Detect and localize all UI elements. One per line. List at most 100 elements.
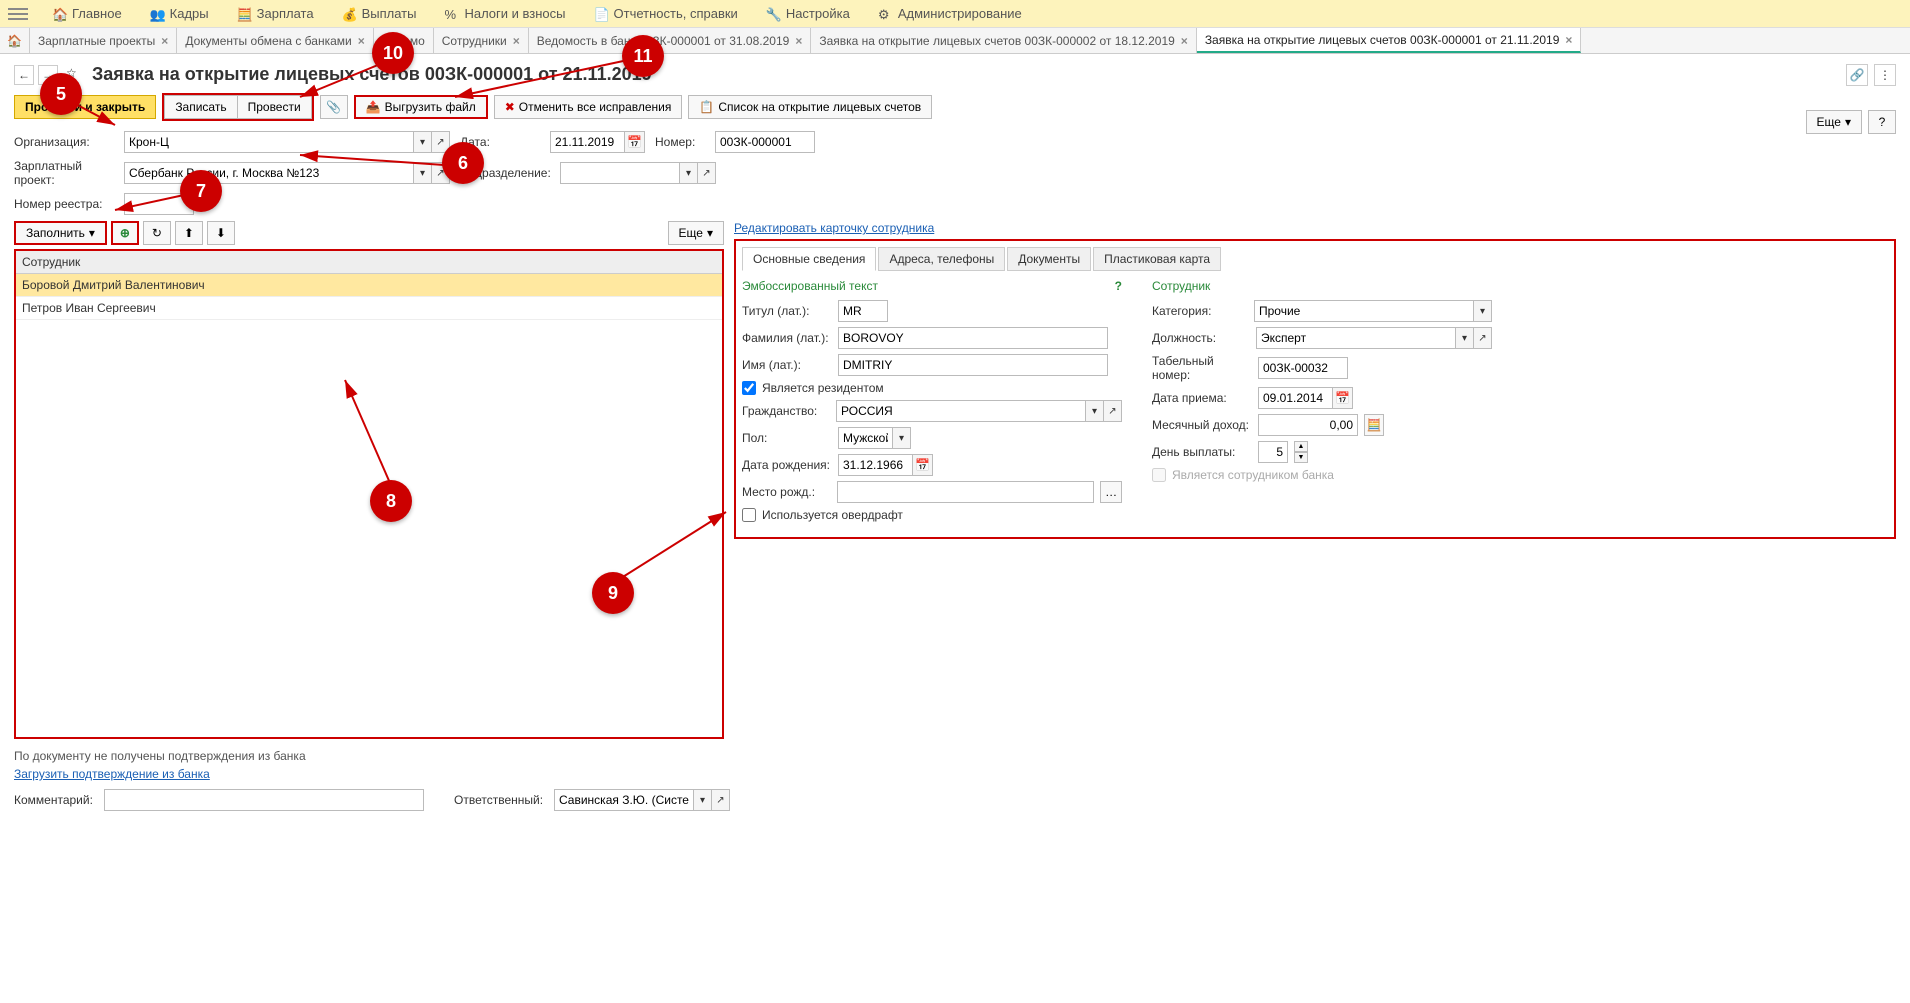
menu-main[interactable]: 🏠Главное <box>38 6 136 21</box>
add-button[interactable]: ⊕ <box>111 221 139 245</box>
division-input[interactable] <box>560 162 680 184</box>
responsible-input[interactable] <box>554 789 694 811</box>
export-file-button[interactable]: 📤Выгрузить файл <box>354 95 488 119</box>
close-icon[interactable]: × <box>1565 33 1572 47</box>
hiredate-input[interactable] <box>1258 387 1333 409</box>
save-button[interactable]: Записать <box>164 95 237 119</box>
birthdate-input[interactable] <box>838 454 913 476</box>
stepper-down[interactable]: ▼ <box>1294 452 1308 463</box>
dtab-addresses[interactable]: Адреса, телефоны <box>878 247 1005 271</box>
chevron-down-icon[interactable]: ▾ <box>1086 400 1104 422</box>
open-icon[interactable]: ↗ <box>1104 400 1122 422</box>
tab-5[interactable]: Заявка на открытие лицевых счетов 00ЗК-0… <box>811 28 1196 53</box>
citizenship-input[interactable] <box>836 400 1086 422</box>
comment-input[interactable] <box>104 789 424 811</box>
refresh-button[interactable]: ↻ <box>143 221 171 245</box>
edit-employee-link[interactable]: Редактировать карточку сотрудника <box>734 221 934 235</box>
stepper-up[interactable]: ▲ <box>1294 441 1308 452</box>
tab-4[interactable]: Ведомость в банк 00ЗК-000001 от 31.08.20… <box>529 28 812 53</box>
percent-icon: % <box>444 7 458 21</box>
chevron-down-icon[interactable]: ▾ <box>893 427 911 449</box>
birthplace-input[interactable] <box>837 481 1094 503</box>
more-button[interactable]: Еще ▾ <box>1806 110 1862 134</box>
menu-admin[interactable]: ⚙Администрирование <box>864 6 1036 21</box>
close-icon[interactable]: × <box>1181 34 1188 48</box>
down-button[interactable]: ⬇ <box>207 221 235 245</box>
close-icon[interactable]: × <box>795 34 802 48</box>
annotation-9: 9 <box>592 572 634 614</box>
cancel-fixes-button[interactable]: ✖Отменить все исправления <box>494 95 683 119</box>
tab-6[interactable]: Заявка на открытие лицевых счетов 00ЗК-0… <box>1197 28 1582 53</box>
surname-lat-input[interactable] <box>838 327 1108 349</box>
menu-payments[interactable]: 💰Выплаты <box>328 6 431 21</box>
dtab-card[interactable]: Пластиковая карта <box>1093 247 1221 271</box>
tabnum-input[interactable] <box>1258 357 1348 379</box>
tab-home[interactable]: 🏠 <box>0 28 30 53</box>
calc-button[interactable]: 🧮 <box>1364 414 1384 436</box>
fill-button[interactable]: Заполнить ▾ <box>14 221 107 245</box>
chevron-down-icon[interactable]: ▾ <box>694 789 712 811</box>
gender-input[interactable] <box>838 427 893 449</box>
table-row[interactable]: Петров Иван Сергеевич <box>16 297 722 320</box>
ellipsis-button[interactable]: … <box>1100 481 1122 503</box>
name-lat-input[interactable] <box>838 354 1108 376</box>
project-input[interactable] <box>124 162 414 184</box>
org-input[interactable] <box>124 131 414 153</box>
dtab-docs[interactable]: Документы <box>1007 247 1091 271</box>
attach-button[interactable]: 📎 <box>320 95 348 119</box>
open-icon[interactable]: ↗ <box>1474 327 1492 349</box>
resident-checkbox[interactable] <box>742 381 756 395</box>
date-input[interactable] <box>550 131 625 153</box>
menu-salary[interactable]: 🧮Зарплата <box>223 6 328 21</box>
overdraft-checkbox[interactable] <box>742 508 756 522</box>
help-icon[interactable]: ? <box>1115 279 1122 295</box>
tab-3[interactable]: Сотрудники× <box>434 28 529 53</box>
date-field[interactable]: 📅 <box>550 131 645 153</box>
chevron-down-icon[interactable]: ▾ <box>414 162 432 184</box>
doc-icon: 📄 <box>594 7 608 21</box>
division-combo[interactable]: ▾ ↗ <box>560 162 716 184</box>
org-combo[interactable]: ▾ ↗ <box>124 131 450 153</box>
open-icon[interactable]: ↗ <box>698 162 716 184</box>
load-confirmation-link[interactable]: Загрузить подтверждение из банка <box>14 767 210 781</box>
menu-settings[interactable]: 🔧Настройка <box>752 6 864 21</box>
tabs-bar: 🏠 Зарплатные проекты× Документы обмена с… <box>0 28 1910 54</box>
more-icon[interactable]: ⋮ <box>1874 64 1896 86</box>
annotation-8: 8 <box>370 480 412 522</box>
accounts-list-button[interactable]: 📋Список на открытие лицевых счетов <box>688 95 932 119</box>
calendar-icon[interactable]: 📅 <box>625 131 645 153</box>
up-button[interactable]: ⬆ <box>175 221 203 245</box>
help-button[interactable]: ? <box>1868 110 1896 134</box>
calendar-icon[interactable]: 📅 <box>913 454 933 476</box>
income-input[interactable] <box>1258 414 1358 436</box>
close-icon[interactable]: × <box>513 34 520 48</box>
chevron-down-icon[interactable]: ▾ <box>1474 300 1492 322</box>
project-label: Зарплатный проект: <box>14 159 114 187</box>
nav-back[interactable]: ← <box>14 65 34 85</box>
post-button[interactable]: Провести <box>238 95 312 119</box>
calendar-icon[interactable]: 📅 <box>1333 387 1353 409</box>
close-icon[interactable]: × <box>161 34 168 48</box>
menu-reports[interactable]: 📄Отчетность, справки <box>580 6 752 21</box>
category-input[interactable] <box>1254 300 1474 322</box>
post-close-button[interactable]: Провести и закрыть <box>14 95 156 119</box>
menu-taxes[interactable]: %Налоги и взносы <box>430 6 579 21</box>
number-input[interactable] <box>715 131 815 153</box>
open-icon[interactable]: ↗ <box>712 789 730 811</box>
chevron-down-icon[interactable]: ▾ <box>680 162 698 184</box>
dtab-main[interactable]: Основные сведения <box>742 247 876 271</box>
close-icon[interactable]: × <box>358 34 365 48</box>
tab-0[interactable]: Зарплатные проекты× <box>30 28 177 53</box>
link-icon[interactable]: 🔗 <box>1846 64 1868 86</box>
menu-staff[interactable]: 👥Кадры <box>136 6 223 21</box>
payday-input[interactable] <box>1258 441 1288 463</box>
chevron-down-icon[interactable]: ▾ <box>1456 327 1474 349</box>
hamburger-icon[interactable] <box>8 4 28 24</box>
title-lat-input[interactable] <box>838 300 888 322</box>
position-input[interactable] <box>1256 327 1456 349</box>
tab-1[interactable]: Документы обмена с банками× <box>177 28 373 53</box>
project-combo[interactable]: ▾ ↗ <box>124 162 450 184</box>
chevron-down-icon[interactable]: ▾ <box>414 131 432 153</box>
table-row[interactable]: Боровой Дмитрий Валентинович <box>16 274 722 297</box>
table-more-button[interactable]: Еще ▾ <box>668 221 724 245</box>
